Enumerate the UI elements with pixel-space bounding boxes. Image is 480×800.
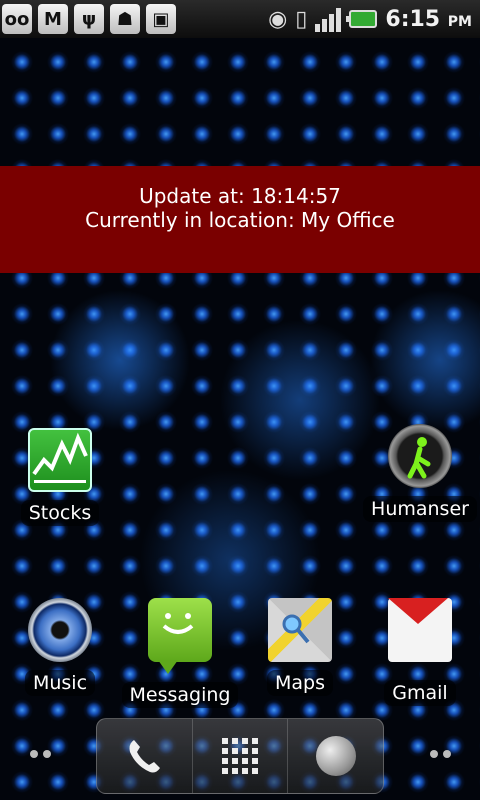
envelope-icon [388, 598, 452, 662]
previous-page-indicator[interactable] [30, 750, 51, 758]
app-messaging[interactable]: Messaging [120, 598, 240, 708]
browser-icon [315, 736, 356, 776]
map-icon [268, 598, 332, 662]
app-maps[interactable]: Maps [240, 598, 360, 696]
system-icons: ◉ ▯ 6:15 PM [268, 6, 480, 32]
app-humanser[interactable]: Humanser [360, 424, 480, 522]
app-label: Messaging [121, 682, 239, 708]
wifi-icon: ◉ [268, 6, 288, 32]
dock [96, 718, 384, 794]
usb-icon: ψ [74, 4, 104, 34]
location-update-widget[interactable]: Update at: 18:14:57 Currently in locatio… [0, 166, 480, 273]
page-dot [443, 750, 451, 758]
chat-bubble-icon [148, 598, 212, 674]
signal-icon [315, 6, 342, 32]
status-clock: 6:15 PM [385, 6, 472, 32]
app-drawer-button[interactable] [193, 719, 289, 793]
page-dot [30, 750, 38, 758]
voicemail-icon: oo [2, 4, 32, 34]
next-page-indicator[interactable] [430, 750, 451, 758]
gmail-icon: M [38, 4, 68, 34]
speaker-icon [28, 598, 92, 662]
app-gmail[interactable]: Gmail [360, 598, 480, 706]
app-label: Maps [267, 670, 333, 696]
app-label: Music [24, 670, 96, 696]
status-bar[interactable]: oo M ψ ☗ ▣ ◉ ▯ 6:15 PM [0, 0, 480, 38]
phone-button[interactable] [97, 719, 193, 793]
page-dot [430, 750, 438, 758]
sync-icon: ▣ [146, 4, 176, 34]
app-label: Humanser [363, 496, 477, 522]
phone-icon [129, 740, 161, 773]
browser-button[interactable] [288, 719, 383, 793]
walking-person-icon [388, 424, 452, 488]
app-drawer-icon [222, 738, 258, 774]
app-label: Gmail [384, 680, 456, 706]
update-time-text: Update at: 18:14:57 [139, 184, 341, 208]
vibrate-icon: ▯ [295, 6, 308, 32]
notification-icons[interactable]: oo M ψ ☗ ▣ [0, 4, 176, 34]
app-label: Stocks [20, 500, 100, 526]
app-music[interactable]: Music [0, 598, 120, 696]
battery-icon [346, 10, 378, 28]
app-stocks[interactable]: Stocks [0, 428, 120, 526]
android-debug-icon: ☗ [110, 4, 140, 34]
page-dot [43, 750, 51, 758]
current-location-text: Currently in location: My Office [85, 208, 395, 232]
stocks-icon [28, 428, 92, 492]
